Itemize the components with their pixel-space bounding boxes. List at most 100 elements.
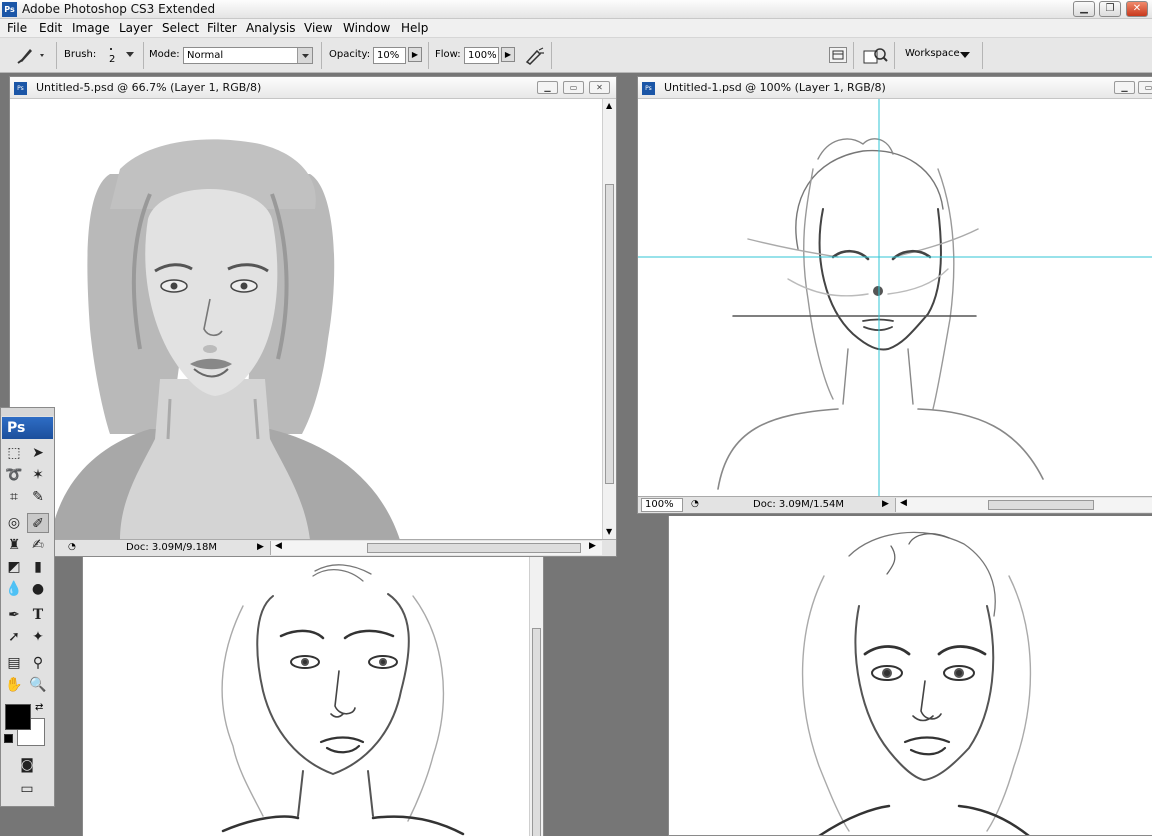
menu-analysis[interactable]: Analysis [246, 21, 295, 35]
menu-filter[interactable]: Filter [207, 21, 237, 35]
canvas-painted-portrait [50, 139, 400, 540]
flow-slider-button[interactable]: ▶ [501, 47, 515, 62]
menu-window[interactable]: Window [343, 21, 390, 35]
status-menu-arrow[interactable]: ▶ [257, 542, 264, 552]
status-info-icon[interactable]: ◔ [691, 499, 705, 511]
marquee-tool-icon[interactable]: ⬚ [3, 443, 25, 463]
hand-tool-icon[interactable]: ✋ [3, 675, 25, 695]
chevron-down-icon [960, 52, 970, 58]
tools-panel-logo[interactable]: Ps [2, 417, 53, 439]
menu-edit[interactable]: Edit [39, 21, 62, 35]
canvas-sketch-face-1 [638, 99, 1152, 497]
document-ps-icon: Ps [642, 82, 655, 95]
swap-colors-icon[interactable]: ⇄ [35, 702, 43, 713]
document-maximize-button[interactable]: ▭ [1138, 81, 1152, 94]
notes-tool-icon[interactable]: ▤ [3, 653, 25, 673]
screen-mode-icon[interactable]: ▭ [16, 779, 38, 799]
scroll-thumb[interactable] [988, 500, 1094, 510]
tools-panel: Ps ⬚ ➤ ➰ ✶ ⌗ ✎ ◎ ✐ ♜ ✍ ◩ ▮ 💧 ● ✒ T ➚ ✦ ▤… [0, 407, 55, 807]
document-title-bar[interactable]: Ps Untitled-5.psd @ 66.7% (Layer 1, RGB/… [10, 77, 616, 99]
tool-preset-picker[interactable] [14, 45, 50, 65]
foreground-color-swatch[interactable] [5, 704, 31, 730]
vertical-scrollbar[interactable] [529, 556, 543, 836]
brush-label: Brush: [64, 49, 97, 60]
clone-stamp-tool-icon[interactable]: ♜ [3, 535, 25, 555]
eraser-tool-icon[interactable]: ◩ [3, 557, 25, 577]
document-window-bottom-right[interactable] [668, 516, 1152, 836]
status-info-icon[interactable]: ◔ [68, 542, 76, 552]
mode-label: Mode: [149, 49, 180, 60]
bridge-icon [863, 48, 888, 64]
scroll-thumb[interactable] [605, 184, 614, 484]
horizontal-scrollbar[interactable]: ◀ ▶ [270, 541, 602, 555]
crop-tool-icon[interactable]: ⌗ [3, 487, 25, 507]
gradient-tool-icon[interactable]: ▮ [27, 557, 49, 577]
scroll-left-arrow: ◀ [275, 541, 282, 551]
document-window-bottom-left[interactable] [82, 556, 544, 836]
slice-tool-icon[interactable]: ✎ [27, 487, 49, 507]
zoom-tool-icon[interactable]: 🔍 [27, 675, 49, 695]
dodge-tool-icon[interactable]: ● [27, 579, 49, 599]
flow-input[interactable]: 100% [464, 47, 499, 64]
document-title-bar[interactable]: Ps Untitled-1.psd @ 100% (Layer 1, RGB/8… [638, 77, 1152, 99]
brush-tool-icon[interactable]: ✐ [27, 513, 49, 533]
type-tool-icon[interactable]: T [27, 605, 49, 625]
document-window-untitled-1[interactable]: Ps Untitled-1.psd @ 100% (Layer 1, RGB/8… [637, 76, 1152, 514]
scroll-up-arrow[interactable]: ▲ [606, 101, 612, 110]
menu-layer[interactable]: Layer [119, 21, 152, 35]
brush-picker[interactable]: 2 [100, 45, 138, 69]
default-colors-icon[interactable] [4, 734, 13, 743]
brush-tip-dot [110, 48, 112, 50]
menu-image[interactable]: Image [72, 21, 110, 35]
status-menu-arrow[interactable]: ▶ [882, 499, 889, 509]
mode-dropdown-button[interactable] [297, 48, 312, 63]
healing-brush-tool-icon[interactable]: ◎ [3, 513, 25, 533]
close-button[interactable]: ✕ [1126, 1, 1148, 17]
document-minimize-button[interactable]: ▁ [1114, 81, 1135, 94]
eyedropper-tool-icon[interactable]: ⚲ [27, 653, 49, 673]
move-tool-icon[interactable]: ➤ [27, 443, 49, 463]
document-info: Doc: 3.09M/9.18M [126, 542, 218, 553]
menu-help[interactable]: Help [401, 21, 428, 35]
scroll-thumb[interactable] [367, 543, 581, 553]
tools-panel-grip[interactable] [1, 408, 54, 416]
document-minimize-button[interactable]: ▁ [537, 81, 558, 94]
path-selection-tool-icon[interactable]: ➚ [3, 627, 25, 647]
workspace-menu[interactable]: Workspace [900, 44, 978, 66]
palette-well-button[interactable] [829, 47, 847, 63]
document-info: Doc: 3.09M/1.54M [753, 499, 845, 510]
mode-select[interactable]: Normal [183, 47, 313, 64]
document-close-button[interactable]: ✕ [589, 81, 610, 94]
airbrush-toggle[interactable] [523, 45, 547, 67]
lasso-tool-icon[interactable]: ➰ [3, 465, 25, 485]
minimize-button[interactable]: ▁ [1073, 1, 1095, 17]
options-bar: Brush: 2 Mode: Normal Opacity: 10% ▶ Flo… [0, 38, 1152, 73]
menu-select[interactable]: Select [162, 21, 199, 35]
zoom-input[interactable]: 100% [641, 498, 683, 512]
pen-tool-icon[interactable]: ✒ [3, 605, 25, 625]
flow-label: Flow: [435, 49, 461, 60]
app-title: Adobe Photoshop CS3 Extended [22, 2, 216, 16]
scroll-thumb[interactable] [532, 628, 541, 836]
document-title: Untitled-5.psd @ 66.7% (Layer 1, RGB/8) [36, 81, 262, 94]
document-maximize-button[interactable]: ▭ [563, 81, 584, 94]
menu-bar: File Edit Image Layer Select Filter Anal… [0, 19, 1152, 38]
horizontal-scrollbar[interactable]: ◀ [895, 498, 1152, 512]
blur-tool-icon[interactable]: 💧 [3, 579, 25, 599]
quick-mask-icon[interactable]: ◙ [16, 755, 38, 775]
custom-shape-tool-icon[interactable]: ✦ [27, 627, 49, 647]
menu-file[interactable]: File [7, 21, 27, 35]
magic-wand-tool-icon[interactable]: ✶ [27, 465, 49, 485]
history-brush-tool-icon[interactable]: ✍ [27, 535, 49, 555]
canvas-sketch-face-2 [221, 564, 465, 836]
menu-view[interactable]: View [304, 21, 332, 35]
opacity-input[interactable]: 10% [373, 47, 406, 64]
go-to-bridge-button[interactable] [862, 45, 888, 67]
app-title-bar: Ps Adobe Photoshop CS3 Extended ▁ ❐ ✕ [0, 0, 1152, 19]
palette-well-icon [832, 50, 844, 60]
vertical-scrollbar[interactable]: ▲ ▼ [602, 99, 616, 540]
document-window-untitled-5[interactable]: Ps Untitled-5.psd @ 66.7% (Layer 1, RGB/… [9, 76, 617, 557]
restore-button[interactable]: ❐ [1099, 1, 1121, 17]
scroll-down-arrow[interactable]: ▼ [606, 527, 612, 536]
opacity-slider-button[interactable]: ▶ [408, 47, 422, 62]
